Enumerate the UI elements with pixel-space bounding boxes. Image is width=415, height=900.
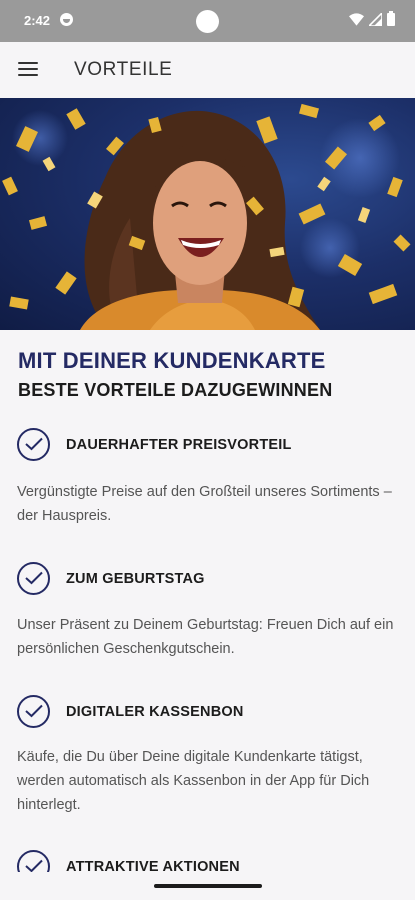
- benefit-description: Vergünstigte Preise auf den Großteil uns…: [17, 484, 392, 524]
- status-time: 2:42: [24, 13, 51, 28]
- notification-icon: [60, 13, 73, 26]
- headline-primary: MIT DEINER KUNDENKARTE: [18, 348, 326, 373]
- benefit-title: ZUM GEBURTSTAG: [66, 571, 205, 587]
- camera-cutout: [196, 10, 219, 33]
- status-bar: 2:42: [0, 0, 415, 42]
- app-bar: VORTEILE: [0, 42, 415, 98]
- benefit-title: DIGITALER KASSENBON: [66, 704, 244, 720]
- benefit-description: Unser Präsent zu Deinem Geburtstag: Freu…: [17, 617, 394, 657]
- home-indicator[interactable]: [154, 884, 262, 888]
- system-nav-bar: [0, 872, 415, 900]
- headline-secondary: BESTE VORTEILE DAZUGEWINNEN: [18, 380, 333, 400]
- page-title: VORTEILE: [74, 59, 173, 80]
- battery-icon: [387, 11, 395, 26]
- hamburger-menu-icon[interactable]: [18, 62, 38, 78]
- wifi-icon: [349, 13, 364, 26]
- hero-illustration: [2, 103, 411, 330]
- check-circle-icon: [17, 428, 50, 461]
- status-icons: [349, 11, 395, 26]
- benefit-description: Käufe, die Du über Deine digitale Kunden…: [17, 749, 370, 813]
- check-circle-icon: [17, 695, 50, 728]
- benefit-title: DAUERHAFTER PREISVORTEIL: [66, 437, 292, 453]
- hero-image: [0, 98, 415, 330]
- check-circle-icon: [17, 562, 50, 595]
- signal-icon: [369, 13, 382, 26]
